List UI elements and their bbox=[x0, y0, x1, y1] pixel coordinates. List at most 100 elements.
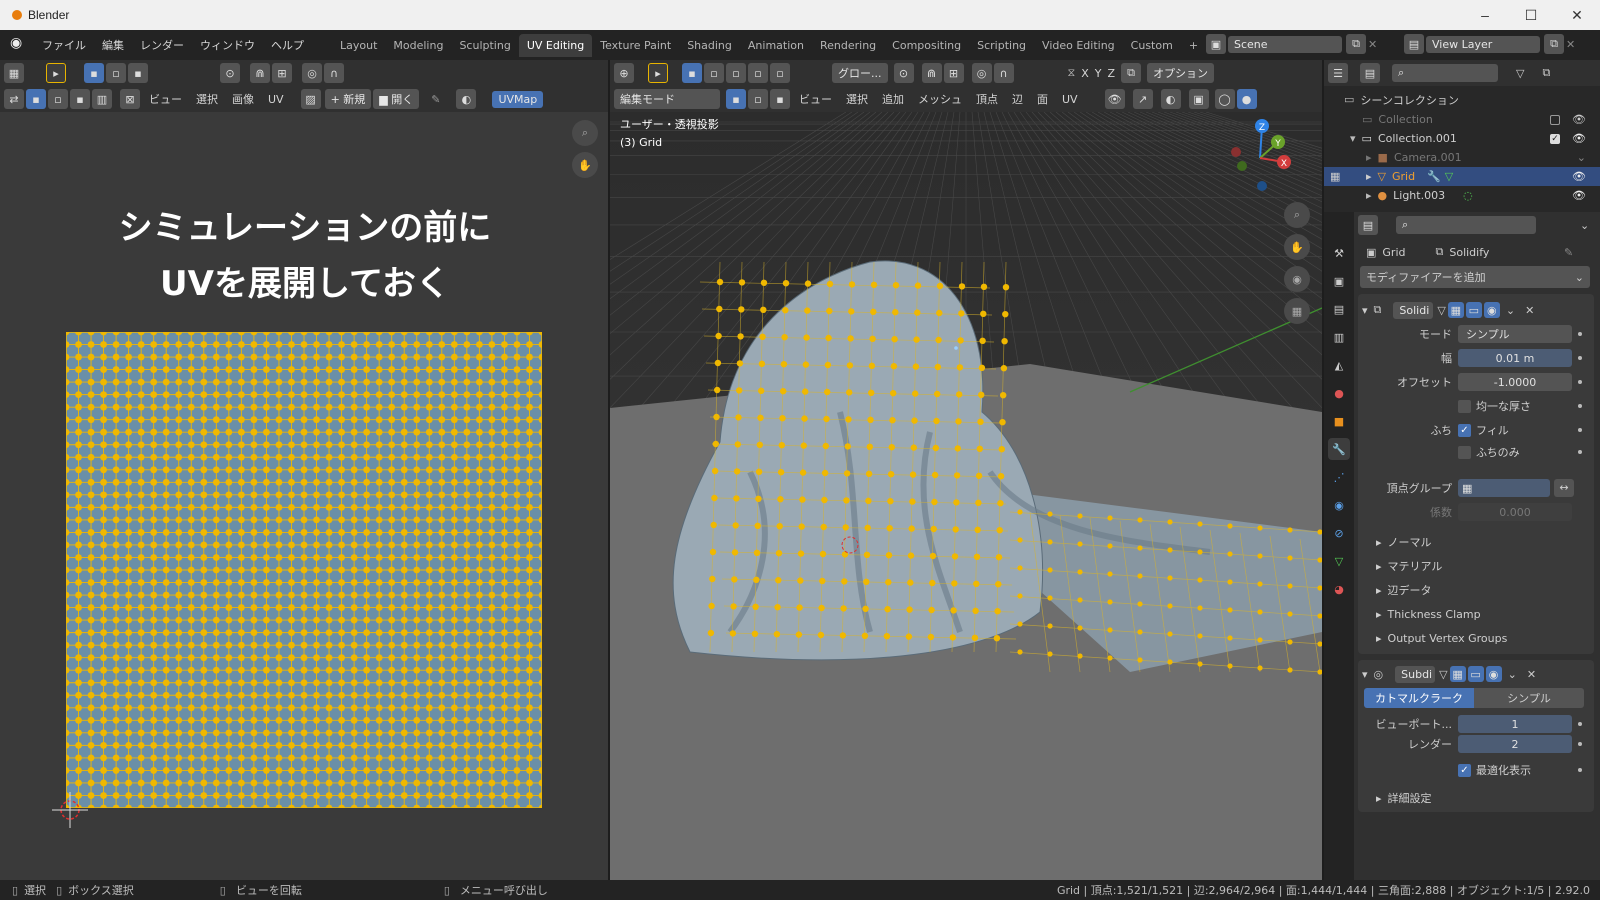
vp-menu-edge[interactable]: 辺 bbox=[1005, 91, 1030, 107]
rim-only-checkbox[interactable] bbox=[1458, 445, 1471, 459]
viewport-levels-field[interactable]: 1 bbox=[1458, 715, 1572, 733]
select-invert-icon[interactable]: ▫ bbox=[748, 63, 768, 83]
falloff-icon[interactable]: ∩ bbox=[324, 63, 344, 83]
view-layer-field[interactable]: View Layer bbox=[1426, 35, 1540, 53]
maximize-button[interactable]: ☐ bbox=[1508, 0, 1554, 30]
tab-custom[interactable]: Custom bbox=[1123, 34, 1181, 57]
menu-render[interactable]: レンダー bbox=[132, 37, 192, 53]
collapse-arrow-icon[interactable]: ▾ bbox=[1362, 304, 1368, 317]
expand-arrow-icon[interactable]: ▸ bbox=[1366, 189, 1372, 202]
keyframe-dot-icon[interactable] bbox=[1578, 722, 1582, 726]
vp-menu-add[interactable]: 追加 bbox=[875, 91, 911, 107]
simple-button[interactable]: シンプル bbox=[1474, 688, 1584, 708]
display-mode-icon[interactable]: ▤ bbox=[1360, 63, 1380, 83]
exclude-checkbox[interactable] bbox=[1550, 114, 1560, 125]
viewport-proportional-icon[interactable]: ◎ bbox=[971, 63, 992, 83]
auto-merge-icon[interactable]: ⧉ bbox=[1121, 63, 1142, 83]
select-new-icon[interactable]: ▪ bbox=[682, 63, 702, 83]
section-materials[interactable]: ▸ マテリアル bbox=[1376, 556, 1442, 576]
expand-arrow-icon[interactable]: ▾ bbox=[1350, 132, 1356, 145]
uv-face-mode-icon[interactable]: ▪ bbox=[70, 89, 90, 109]
remove-modifier-icon[interactable]: ✕ bbox=[1527, 668, 1536, 681]
xray-icon[interactable]: ▣ bbox=[1188, 89, 1209, 109]
uv-menu-image[interactable]: 画像 bbox=[225, 91, 261, 107]
add-workspace-button[interactable]: + bbox=[1181, 34, 1206, 57]
modifier-menu-icon[interactable]: ⌄ bbox=[1508, 668, 1517, 681]
shading-wire-icon[interactable]: ◯ bbox=[1214, 89, 1235, 109]
keyframe-dot-icon[interactable] bbox=[1578, 332, 1582, 336]
vertex-group-field[interactable]: ▦ bbox=[1458, 479, 1550, 497]
vertex-select-icon[interactable]: ▪ bbox=[84, 63, 104, 83]
tab-sculpting[interactable]: Sculpting bbox=[451, 34, 518, 57]
mesh-face-mode-icon[interactable]: ▪ bbox=[770, 89, 790, 109]
proportional-icon[interactable]: ◎ bbox=[302, 63, 322, 83]
visibility-eye-icon[interactable]: 👁 bbox=[1572, 189, 1586, 202]
tab-animation[interactable]: Animation bbox=[740, 34, 812, 57]
section-thickness-clamp[interactable]: ▸ Thickness Clamp bbox=[1376, 604, 1481, 624]
uv-overlay-icon[interactable]: ◐ bbox=[456, 89, 477, 109]
realtime-toggle-icon[interactable]: ▭ bbox=[1465, 302, 1482, 318]
viewport-editor-type-icon[interactable]: ⊕ bbox=[614, 63, 634, 83]
modifier-tab-icon[interactable]: 🔧 bbox=[1328, 438, 1350, 460]
include-checkbox[interactable]: ✓ bbox=[1550, 133, 1560, 144]
options-dropdown[interactable]: オプション bbox=[1147, 63, 1215, 83]
ortho-toggle-icon[interactable]: ▦ bbox=[1284, 298, 1310, 324]
mode-dropdown[interactable]: 編集モード bbox=[614, 89, 720, 109]
uv-menu-select[interactable]: 選択 bbox=[189, 91, 225, 107]
camera-view-icon[interactable]: ◉ bbox=[1284, 266, 1310, 292]
tab-shading[interactable]: Shading bbox=[679, 34, 740, 57]
section-output-vertex-groups[interactable]: ▸ Output Vertex Groups bbox=[1376, 628, 1507, 648]
snap-target-icon[interactable]: ⊞ bbox=[272, 63, 292, 83]
vp-menu-view[interactable]: ビュー bbox=[792, 91, 839, 107]
vp-menu-vertex[interactable]: 頂点 bbox=[969, 91, 1005, 107]
particles-tab-icon[interactable]: ⋰ bbox=[1328, 466, 1350, 488]
editmode-toggle-icon[interactable]: ▦ bbox=[1447, 302, 1464, 318]
outliner-search-input[interactable]: ⌕ bbox=[1392, 64, 1498, 82]
tab-compositing[interactable]: Compositing bbox=[884, 34, 969, 57]
uv-menu-uv[interactable]: UV bbox=[261, 93, 291, 106]
invert-vgroup-icon[interactable]: ↔ bbox=[1554, 479, 1574, 497]
optimal-display-row[interactable]: ✓ 最適化表示 bbox=[1458, 760, 1531, 780]
outliner-item-light[interactable]: ▸ ● Light.003 ◌ 👁 bbox=[1324, 186, 1600, 205]
keyframe-dot-icon[interactable] bbox=[1578, 428, 1582, 432]
edit-mode-icon[interactable]: ▦ bbox=[1330, 170, 1340, 183]
keyframe-dot-icon[interactable] bbox=[1578, 450, 1582, 454]
menu-file[interactable]: ファイル bbox=[34, 37, 94, 53]
editor-type-icon[interactable]: ▦ bbox=[4, 63, 24, 83]
uvmap-field[interactable]: UVMap bbox=[492, 90, 544, 108]
outliner-item-grid[interactable]: ▦ ▸ ▽ Grid 🔧 ▽ 👁 bbox=[1324, 167, 1600, 186]
even-thickness-checkbox[interactable] bbox=[1458, 399, 1471, 413]
viewport-snap-icon[interactable]: ⋒ bbox=[921, 63, 942, 83]
outliner-item-collection[interactable]: ▭ Collection 👁 bbox=[1324, 110, 1600, 129]
tab-layout[interactable]: Layout bbox=[332, 34, 385, 57]
modifier-menu-icon[interactable]: ⌄ bbox=[1506, 304, 1515, 317]
minimize-button[interactable]: – bbox=[1462, 0, 1508, 30]
viewport-snap-target-icon[interactable]: ⊞ bbox=[943, 63, 964, 83]
tab-uv-editing[interactable]: UV Editing bbox=[518, 33, 593, 57]
physics-tab-icon[interactable]: ◉ bbox=[1328, 494, 1350, 516]
edit-cage-icon[interactable]: ▽ bbox=[1439, 668, 1447, 681]
render-toggle-icon[interactable]: ◉ bbox=[1483, 302, 1500, 318]
material-tab-icon[interactable]: ◕ bbox=[1328, 578, 1350, 600]
select-subtract-icon[interactable]: ▫ bbox=[726, 63, 746, 83]
keyframe-dot-icon[interactable] bbox=[1578, 356, 1582, 360]
section-advanced[interactable]: ▸ 詳細設定 bbox=[1376, 788, 1432, 808]
collapse-arrow-icon[interactable]: ▾ bbox=[1362, 668, 1368, 681]
tab-video-editing[interactable]: Video Editing bbox=[1034, 34, 1123, 57]
visibility-eye-icon[interactable]: 👁 bbox=[1572, 170, 1586, 183]
props-editor-icon[interactable]: ▤ bbox=[1358, 215, 1378, 235]
mesh-edge-mode-icon[interactable]: ▫ bbox=[748, 89, 768, 109]
tab-modeling[interactable]: Modeling bbox=[385, 34, 451, 57]
world-tab-icon[interactable]: ● bbox=[1328, 382, 1350, 404]
realtime-toggle-icon[interactable]: ▭ bbox=[1467, 666, 1484, 682]
face-select-icon[interactable]: ▪ bbox=[128, 63, 148, 83]
vp-menu-uv[interactable]: UV bbox=[1055, 93, 1085, 106]
uv-mesh-grid[interactable] bbox=[66, 332, 542, 808]
rim-only-row[interactable]: ふちのみ bbox=[1458, 442, 1520, 462]
view-layer-tab-icon[interactable]: ▥ bbox=[1328, 326, 1350, 348]
tool-tab-icon[interactable]: ⚒ bbox=[1328, 242, 1350, 264]
mirror-z-toggle[interactable]: Z bbox=[1108, 67, 1116, 80]
expand-arrow-icon[interactable]: ▸ bbox=[1366, 170, 1372, 183]
scene-tab-icon[interactable]: ◭ bbox=[1328, 354, 1350, 376]
mode-dropdown-solidify[interactable]: シンプル bbox=[1458, 325, 1572, 343]
